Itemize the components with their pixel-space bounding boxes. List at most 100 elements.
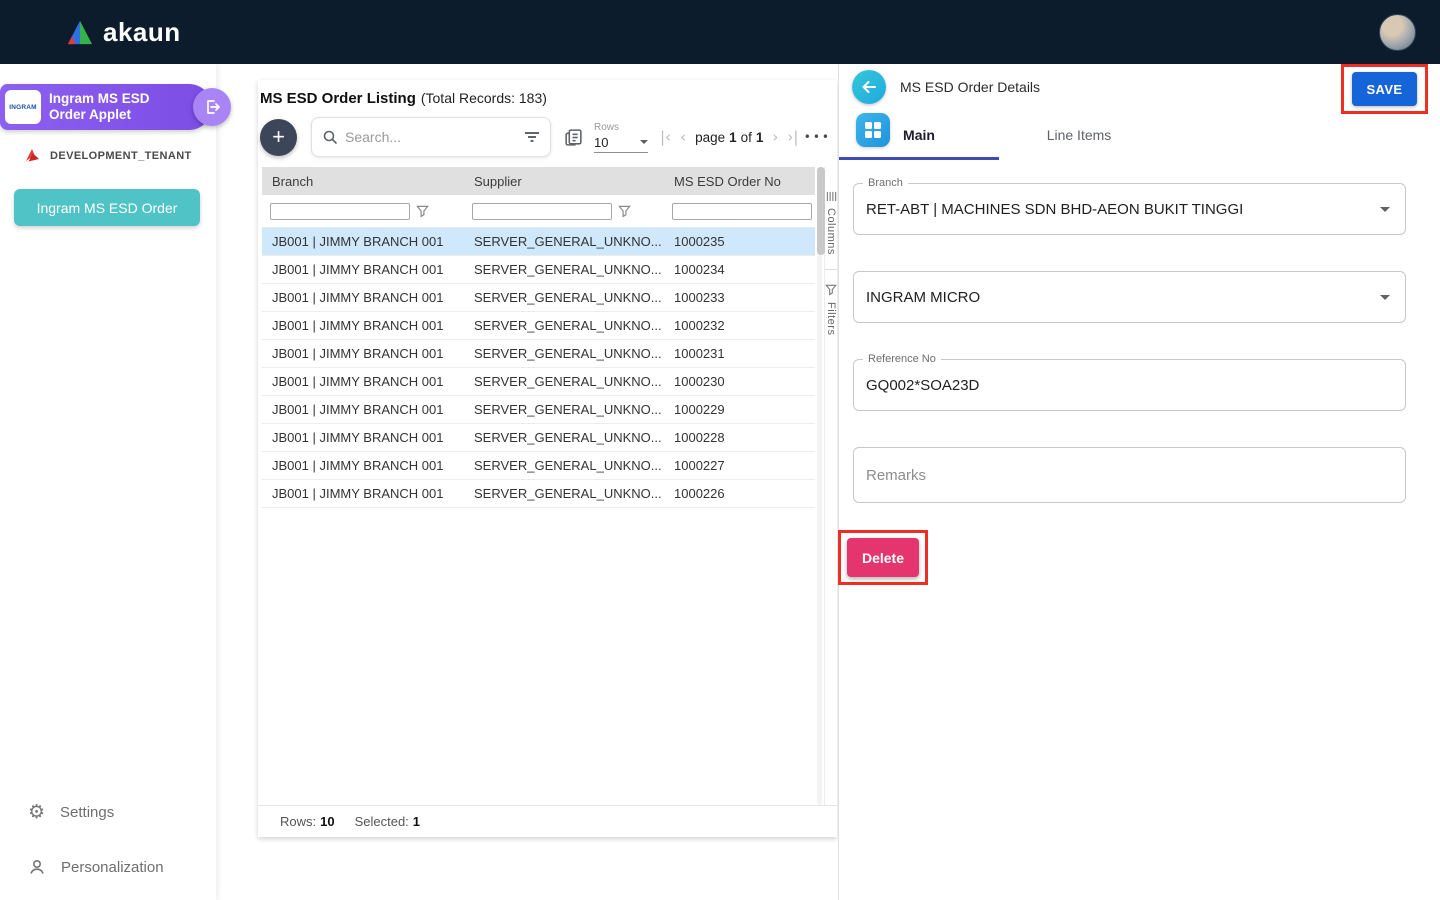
search-icon	[322, 129, 338, 145]
column-header-supplier[interactable]: Supplier	[464, 167, 664, 195]
supplier-filter-input[interactable]	[472, 203, 612, 220]
page-indicator: page1of1	[695, 130, 763, 145]
column-header-branch[interactable]: Branch	[262, 167, 464, 195]
reference-input[interactable]	[866, 360, 1365, 410]
settings-item[interactable]: ⚙ Settings	[0, 796, 216, 828]
details-tabs: Main Line Items	[839, 110, 1440, 160]
columns-icon	[826, 191, 837, 202]
delete-button[interactable]: Delete	[847, 538, 919, 577]
listing-footer: Rows:10 Selected:1	[258, 805, 837, 837]
selected-count: Selected:1	[355, 814, 420, 829]
save-annotation-box: SAVE	[1341, 64, 1428, 114]
ingram-logo-badge: INGRAM	[5, 90, 41, 124]
arrow-left-icon	[860, 78, 878, 96]
chevron-down-icon	[640, 140, 648, 144]
table-row[interactable]: JB001 | JIMMY BRANCH 001 SERVER_GENERAL_…	[262, 396, 815, 424]
reference-field-label: Reference No	[863, 353, 941, 365]
order-table: Branch Supplier MS ESD Order No JB001	[258, 167, 815, 805]
applet-label: Ingram MS ESD Order Applet	[49, 91, 175, 123]
akaun-logo: akaun	[66, 17, 181, 48]
save-button[interactable]: SAVE	[1352, 72, 1417, 106]
table-row[interactable]: JB001 | JIMMY BRANCH 001 SERVER_GENERAL_…	[262, 284, 815, 312]
table-row[interactable]: JB001 | JIMMY BRANCH 001 SERVER_GENERAL_…	[262, 480, 815, 508]
search-box	[311, 117, 551, 157]
plus-icon: +	[272, 126, 285, 148]
rows-per-page-label: Rows	[594, 122, 648, 133]
rows-per-page-select[interactable]: Rows 10	[594, 122, 648, 153]
listing-title-row: MS ESD Order Listing (Total Records: 183…	[258, 80, 837, 107]
details-title: MS ESD Order Details	[900, 79, 1040, 95]
next-page-button[interactable]: ›	[772, 128, 778, 146]
delete-annotation-box: Delete	[838, 530, 928, 585]
pagination: |‹ ‹ page1of1 › ›|	[660, 128, 798, 146]
filter-list-icon[interactable]	[524, 130, 540, 144]
rows-count: Rows:10	[280, 814, 335, 829]
avatar[interactable]	[1379, 14, 1416, 51]
strip-divider	[825, 269, 837, 270]
branch-filter-funnel-icon[interactable]	[416, 205, 429, 218]
total-records: (Total Records: 183)	[421, 90, 547, 106]
module-button[interactable]: Ingram MS ESD Order	[14, 189, 200, 226]
table-filter-row	[262, 195, 815, 228]
table-scrollbar[interactable]	[817, 167, 822, 805]
tab-line-items-label: Line Items	[1047, 127, 1112, 143]
rows-per-page-value: 10	[594, 135, 608, 150]
logo-text: akaun	[103, 17, 181, 48]
details-panel: MS ESD Order Details SAVE Main Line Item…	[838, 64, 1440, 900]
columns-tab-label: Columns	[825, 208, 837, 255]
supplier-filter-funnel-icon[interactable]	[618, 205, 631, 218]
more-menu-icon[interactable]: •••	[804, 130, 833, 144]
personalization-label: Personalization	[61, 859, 164, 876]
remarks-field	[853, 447, 1406, 503]
tab-main[interactable]: Main	[839, 110, 999, 160]
branch-filter-input[interactable]	[270, 203, 410, 220]
table-side-strip: Columns Filters	[824, 167, 837, 805]
listing-panel: MS ESD Order Listing (Total Records: 183…	[258, 80, 837, 837]
table-row[interactable]: JB001 | JIMMY BRANCH 001 SERVER_GENERAL_…	[262, 228, 815, 256]
prev-page-button[interactable]: ‹	[680, 128, 686, 146]
details-header: MS ESD Order Details SAVE	[839, 64, 1440, 110]
filters-tab-label: Filters	[825, 302, 837, 335]
tenant-label: DEVELOPMENT_TENANT	[50, 150, 192, 162]
remarks-input[interactable]	[866, 448, 1393, 502]
table-row[interactable]: JB001 | JIMMY BRANCH 001 SERVER_GENERAL_…	[262, 256, 815, 284]
branch-field-label: Branch	[863, 177, 908, 189]
branch-field-value: RET-ABT | MACHINES SDN BHD-AEON BUKIT TI…	[866, 201, 1243, 218]
person-icon	[28, 858, 46, 876]
ingram-badge-text: INGRAM	[9, 104, 37, 111]
column-header-order-no[interactable]: MS ESD Order No	[664, 167, 815, 195]
table-row[interactable]: JB001 | JIMMY BRANCH 001 SERVER_GENERAL_…	[262, 340, 815, 368]
branch-select[interactable]: Branch RET-ABT | MACHINES SDN BHD-AEON B…	[853, 183, 1406, 235]
listing-title: MS ESD Order Listing	[260, 90, 416, 107]
gear-icon: ⚙	[28, 803, 45, 822]
last-page-button[interactable]: ›|	[787, 128, 798, 146]
reference-field: Reference No	[853, 359, 1406, 411]
tab-main-label: Main	[903, 127, 935, 143]
add-record-button[interactable]: +	[260, 119, 297, 156]
exit-applet-icon[interactable]	[193, 88, 231, 126]
table-row[interactable]: JB001 | JIMMY BRANCH 001 SERVER_GENERAL_…	[262, 452, 815, 480]
filters-side-tab[interactable]: Filters	[825, 284, 837, 335]
funnel-icon	[825, 284, 837, 296]
listing-toolbar: + Rows 10	[258, 107, 837, 161]
applet-button[interactable]: INGRAM Ingram MS ESD Order Applet	[0, 84, 212, 130]
tenant-selector[interactable]: DEVELOPMENT_TENANT	[24, 148, 192, 164]
columns-side-tab[interactable]: Columns	[825, 191, 837, 255]
scrollbar-thumb[interactable]	[817, 167, 825, 255]
pages-icon[interactable]	[563, 127, 584, 148]
chevron-down-icon	[1380, 295, 1390, 300]
table-header: Branch Supplier MS ESD Order No	[262, 167, 815, 195]
back-button[interactable]	[852, 70, 886, 104]
first-page-button[interactable]: |‹	[660, 128, 671, 146]
personalization-item[interactable]: Personalization	[0, 851, 216, 883]
sidebar: INGRAM Ingram MS ESD Order Applet DEVELO…	[0, 64, 216, 900]
tab-line-items[interactable]: Line Items	[999, 110, 1159, 160]
details-form: Branch RET-ABT | MACHINES SDN BHD-AEON B…	[839, 160, 1440, 585]
table-row[interactable]: JB001 | JIMMY BRANCH 001 SERVER_GENERAL_…	[262, 368, 815, 396]
akaun-triangle-icon	[66, 20, 94, 45]
table-row[interactable]: JB001 | JIMMY BRANCH 001 SERVER_GENERAL_…	[262, 312, 815, 340]
search-input[interactable]	[345, 129, 517, 145]
supplier-select[interactable]: INGRAM MICRO	[853, 271, 1406, 323]
order-no-filter-input[interactable]	[672, 203, 812, 220]
table-row[interactable]: JB001 | JIMMY BRANCH 001 SERVER_GENERAL_…	[262, 424, 815, 452]
